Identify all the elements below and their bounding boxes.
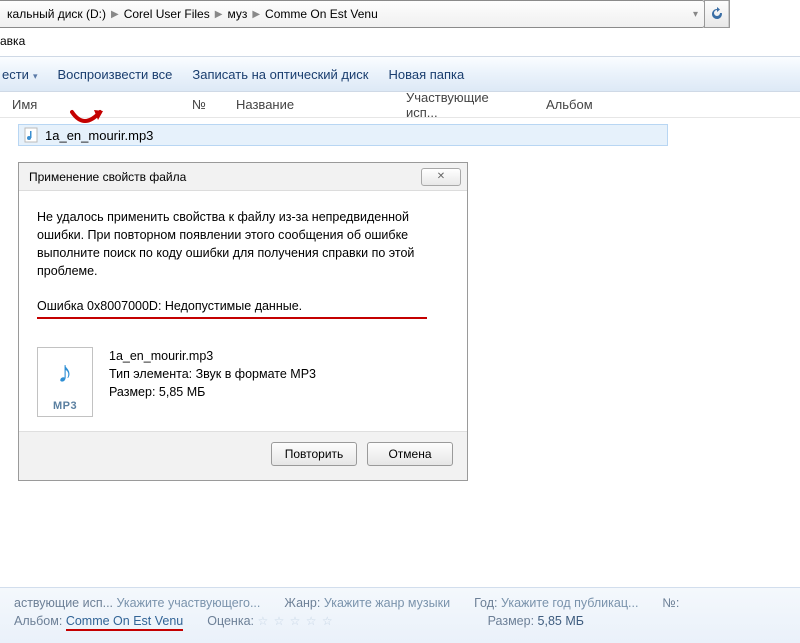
col-artists[interactable]: Участвующие исп... <box>394 90 534 120</box>
meta-type: Тип элемента: Звук в формате MP3 <box>109 365 316 383</box>
det-size-lbl: Размер: <box>488 614 534 628</box>
det-no-lbl: №: <box>662 596 679 610</box>
file-row-selected[interactable]: 1a_en_mourir.mp3 <box>18 124 668 146</box>
det-artists-val[interactable]: Укажите участвующего... <box>117 596 261 610</box>
det-artists-lbl: аствующие исп... <box>14 596 113 610</box>
chevron-right-icon[interactable]: ▶ <box>250 9 262 20</box>
refresh-icon <box>710 7 724 21</box>
dialog-title: Применение свойств файла <box>29 170 186 184</box>
det-genre-val[interactable]: Укажите жанр музыки <box>324 596 450 610</box>
cmd-play[interactable]: ести <box>2 67 37 82</box>
breadcrumb-part-3[interactable]: Comme On Est Venu <box>262 1 381 27</box>
breadcrumb-part-1[interactable]: Corel User Files <box>121 1 213 27</box>
dropdown-icon[interactable]: ▾ <box>691 9 704 20</box>
file-meta: 1a_en_mourir.mp3 Тип элемента: Звук в фо… <box>109 347 316 401</box>
dialog-message: Не удалось применить свойства к файлу из… <box>37 208 449 281</box>
col-album[interactable]: Альбом <box>534 97 654 112</box>
dialog-error-code: Ошибка 0x8007000D: Недопустимые данные. <box>37 299 449 313</box>
dialog-titlebar[interactable]: Применение свойств файла ✕ <box>19 163 467 191</box>
column-headers: Имя № Название Участвующие исп... Альбом <box>0 92 800 118</box>
mp3-label: MP3 <box>53 400 77 412</box>
top-address-row: кальный диск (D:) ▶ Corel User Files ▶ м… <box>0 0 730 28</box>
error-dialog: Применение свойств файла ✕ Не удалось пр… <box>18 162 468 481</box>
col-number[interactable]: № <box>180 97 224 112</box>
mp3-large-icon: ♪ MP3 <box>37 347 93 417</box>
cmd-burn[interactable]: Записать на оптический диск <box>192 67 368 82</box>
retry-button[interactable]: Повторить <box>271 442 357 466</box>
det-size-val: 5,85 МБ <box>538 614 584 628</box>
cmd-new-folder[interactable]: Новая папка <box>388 67 464 82</box>
det-album-val[interactable]: Comme On Est Venu <box>66 614 183 631</box>
breadcrumb-part-2[interactable]: муз <box>224 1 250 27</box>
meta-size: Размер: 5,85 МБ <box>109 383 316 401</box>
det-album-lbl: Альбом: <box>14 614 62 628</box>
file-name: 1a_en_mourir.mp3 <box>45 128 153 143</box>
menubar: авка <box>0 28 800 56</box>
rating-stars[interactable]: ☆ ☆ ☆ ☆ ☆ <box>257 614 333 628</box>
file-info-block: ♪ MP3 1a_en_mourir.mp3 Тип элемента: Зву… <box>37 347 449 417</box>
det-year-val[interactable]: Укажите год публикац... <box>501 596 638 610</box>
col-name[interactable]: Имя <box>0 97 180 112</box>
command-bar: ести Воспроизвести все Записать на оптич… <box>0 56 800 92</box>
det-genre-lbl: Жанр: <box>284 596 320 610</box>
dialog-body: Не удалось применить свойства к файлу из… <box>19 191 467 431</box>
col-title[interactable]: Название <box>224 97 394 112</box>
mp3-file-icon <box>23 127 39 143</box>
red-underline-annotation <box>37 317 427 319</box>
chevron-right-icon[interactable]: ▶ <box>109 9 121 20</box>
refresh-button[interactable] <box>705 1 729 27</box>
breadcrumb-bar[interactable]: кальный диск (D:) ▶ Corel User Files ▶ м… <box>0 0 705 28</box>
details-pane: аствующие исп... Укажите участвующего...… <box>0 587 800 643</box>
cmd-play-all[interactable]: Воспроизвести все <box>57 67 172 82</box>
close-icon: ✕ <box>437 171 445 182</box>
close-button[interactable]: ✕ <box>421 168 461 186</box>
breadcrumb-part-disk[interactable]: кальный диск (D:) <box>4 1 109 27</box>
det-year-lbl: Год: <box>474 596 497 610</box>
det-rating-lbl: Оценка: <box>207 614 254 628</box>
cancel-button[interactable]: Отмена <box>367 442 453 466</box>
music-note-icon: ♪ <box>58 356 73 390</box>
chevron-right-icon[interactable]: ▶ <box>213 9 225 20</box>
menu-item-help[interactable]: авка <box>0 34 25 48</box>
dialog-button-row: Повторить Отмена <box>19 431 467 480</box>
nav-buttons <box>704 0 730 28</box>
meta-filename: 1a_en_mourir.mp3 <box>109 347 316 365</box>
